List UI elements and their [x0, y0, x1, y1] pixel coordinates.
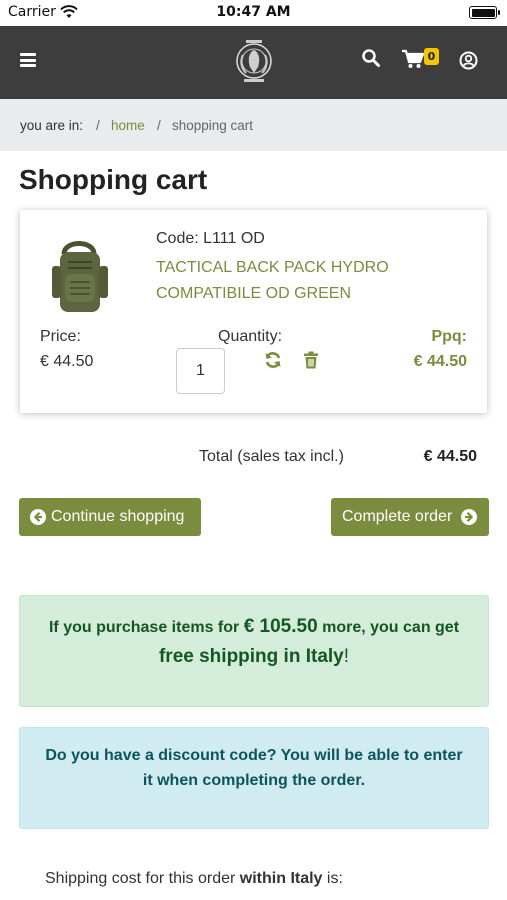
price-label: Price: — [40, 328, 81, 345]
breadcrumb: you are in: / home / shopping cart — [0, 99, 507, 151]
total-value: € 44.50 — [423, 448, 477, 465]
discount-alert-line: Do you have a discount code? You will be… — [45, 747, 463, 764]
quantity-input[interactable]: 1 — [176, 348, 225, 394]
breadcrumb-home-link[interactable]: home — [111, 118, 145, 133]
cart-item-card: Code: L111 OD TACTICAL BACK PACK HYDRO C… — [20, 210, 487, 413]
user-account-icon[interactable] — [459, 51, 478, 70]
breadcrumb-label: you are in: — [20, 118, 84, 133]
breadcrumb-separator: / — [157, 118, 161, 133]
shipping-note-suffix: is: — [326, 870, 343, 887]
free-shipping-headline: free shipping in Italy! — [20, 646, 488, 668]
ppq-value: € 44.50 — [413, 353, 467, 370]
breadcrumb-separator: / — [96, 118, 100, 133]
battery-icon — [469, 6, 500, 19]
page-title: Shopping cart — [19, 164, 208, 195]
continue-shopping-button[interactable]: Continue shopping — [19, 498, 201, 536]
hamburger-menu-icon[interactable] — [20, 53, 36, 67]
free-shipping-amount: € 105.50 — [243, 616, 318, 637]
refresh-icon[interactable] — [264, 351, 282, 369]
free-shipping-line: If you purchase items for € 105.50 more,… — [20, 616, 488, 638]
continue-shopping-label[interactable]: Continue shopping — [51, 508, 184, 525]
product-name-line[interactable]: TACTICAL BACK PACK HYDRO — [156, 255, 456, 281]
free-shipping-exclamation: ! — [343, 646, 350, 667]
trash-icon[interactable] — [303, 351, 319, 369]
discount-code-alert: Do you have a discount code? You will be… — [19, 727, 489, 829]
product-code-value: L111 OD — [203, 230, 265, 247]
product-code: Code: L111 OD — [156, 230, 265, 248]
arrow-circle-left-icon — [30, 509, 46, 525]
shipping-cost-note: Shipping cost for this order within Ital… — [45, 870, 343, 888]
shopping-cart-icon[interactable] — [402, 49, 424, 69]
breadcrumb-current: shopping cart — [172, 118, 254, 133]
brand-logo[interactable] — [234, 37, 274, 85]
shipping-note-region: within Italy — [239, 870, 323, 887]
free-shipping-prefix: If you purchase items for — [48, 619, 240, 636]
ppq-label: Ppq: — [431, 328, 467, 345]
product-name-line[interactable]: COMPATIBILE OD GREEN — [156, 281, 456, 307]
quantity-label: Quantity: — [218, 328, 283, 345]
product-name-link[interactable]: TACTICAL BACK PACK HYDRO COMPATIBILE OD … — [156, 255, 456, 307]
discount-alert-line: it when completing the order. — [142, 772, 366, 789]
search-icon[interactable] — [362, 49, 380, 67]
free-shipping-suffix: more, you can get — [322, 619, 460, 636]
product-code-label: Code: — [156, 230, 199, 247]
complete-order-label[interactable]: Complete order — [342, 508, 452, 525]
top-navigation-bar: 0 — [0, 26, 507, 99]
cart-count-badge[interactable]: 0 — [424, 48, 439, 65]
clock: 10:47 AM — [216, 4, 291, 20]
status-bar: Carrier 10:47 AM — [0, 0, 507, 26]
price-value: € 44.50 — [40, 353, 94, 370]
total-label: Total (sales tax incl.) — [199, 448, 344, 465]
free-shipping-text: free shipping in Italy — [158, 646, 344, 667]
free-shipping-alert: If you purchase items for € 105.50 more,… — [19, 595, 489, 707]
arrow-circle-right-icon — [461, 509, 477, 525]
complete-order-button[interactable]: Complete order — [331, 498, 489, 536]
shipping-note-prefix: Shipping cost for this order — [45, 870, 236, 887]
product-image[interactable] — [38, 228, 120, 322]
